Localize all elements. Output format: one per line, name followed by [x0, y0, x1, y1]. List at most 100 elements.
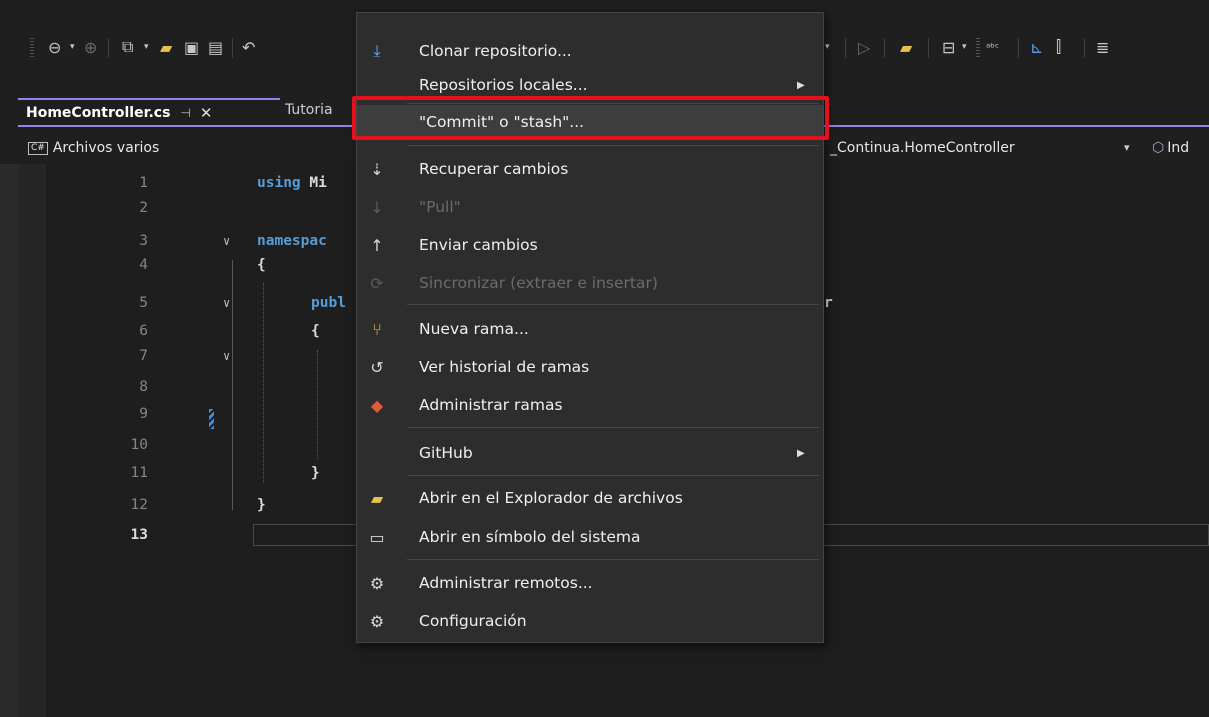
submenu-arrow-icon: ▶ [797, 79, 805, 91]
menu-item-manage-branches[interactable]: ◆ Administrar ramas [357, 388, 823, 422]
menu-item-label: Abrir en el Explorador de archivos [419, 489, 683, 507]
browse-folder-icon[interactable]: ▰ [900, 36, 912, 58]
editor-left-margin [0, 164, 18, 717]
line-number: 9 [139, 406, 148, 422]
menu-separator [407, 559, 819, 560]
menu-item-sync[interactable]: ⟳ Sincronizar (extraer e insertar) [357, 266, 823, 300]
chevron-down-icon[interactable]: ▾ [1124, 141, 1130, 154]
menu-item-label: Nueva rama... [419, 320, 529, 338]
code-text: Mi [300, 175, 327, 191]
sync-icon: ⟳ [370, 273, 384, 293]
folder-open-icon: ▰ [370, 488, 384, 508]
menu-separator [407, 304, 819, 305]
toolbar-separator [232, 38, 233, 58]
menu-separator [407, 427, 819, 428]
line-number: 1 [139, 175, 148, 191]
step-into-icon[interactable]: ⊾ [1030, 36, 1043, 58]
menu-item-github[interactable]: GitHub ▶ [357, 436, 823, 470]
config-dropdown-icon[interactable]: ▾ [825, 36, 830, 58]
line-number: 10 [130, 437, 148, 453]
toolbar-grip[interactable] [30, 38, 34, 58]
member-dropdown[interactable]: ⬡ Ind [1152, 140, 1189, 156]
menu-separator [407, 145, 819, 146]
menu-item-label: Enviar cambios [419, 236, 538, 254]
toolbar-separator [845, 38, 846, 58]
line-number: 4 [139, 257, 148, 273]
method-cube-icon: ⬡ [1152, 140, 1165, 156]
line-number: 2 [139, 200, 148, 216]
open-folder-icon[interactable]: ▰ [160, 36, 172, 58]
code-text: { [257, 257, 266, 273]
format-icon[interactable]: ⫿ [1056, 36, 1061, 58]
settings-icon: ⚙ [369, 611, 385, 631]
keyword: publ [311, 295, 346, 311]
toolbar-separator [108, 38, 109, 58]
project-dropdown[interactable]: C# Archivos varios [28, 140, 159, 156]
history-icon: ↺ [370, 357, 384, 377]
editor-glyph-margin [18, 164, 46, 717]
pin-icon[interactable]: ⊣ [180, 106, 190, 120]
fold-chevron-icon[interactable]: ∨ [223, 345, 230, 367]
menu-item-label: Sincronizar (extraer e insertar) [419, 274, 658, 292]
line-number: 3 [139, 233, 148, 249]
navigate-forward-icon[interactable]: ⊕ [84, 36, 97, 58]
toolbar-separator [884, 38, 885, 58]
line-number: 7 [139, 348, 148, 364]
menu-item-label: Ver historial de ramas [419, 358, 590, 376]
new-project-dropdown-icon[interactable]: ▾ [144, 36, 149, 58]
tab-title: HomeController.cs [26, 105, 171, 121]
menu-item-label: Recuperar cambios [419, 160, 569, 178]
fetch-icon: ⇣ [370, 159, 384, 179]
toolbar-separator [1084, 38, 1085, 58]
toolbar-grip[interactable] [976, 38, 980, 58]
submenu-arrow-icon: ▶ [797, 447, 805, 459]
spell-check-icon[interactable]: ᵃᵇᶜ [986, 36, 999, 58]
menu-item-open-command-prompt[interactable]: ▭ Abrir en símbolo del sistema [357, 520, 823, 554]
line-number: 6 [139, 323, 148, 339]
push-icon: ↑ [370, 235, 384, 255]
menu-item-label: Administrar remotos... [419, 574, 593, 592]
save-icon[interactable]: ▣ [184, 36, 199, 58]
layout-dropdown-icon[interactable]: ▾ [962, 36, 967, 58]
close-icon[interactable]: ✕ [200, 104, 213, 122]
save-all-icon[interactable]: ▤ [208, 36, 223, 58]
menu-separator [407, 475, 819, 476]
csharp-file-icon: C# [28, 141, 48, 155]
undo-icon[interactable]: ↶ [242, 36, 255, 58]
menu-item-clone-repository[interactable]: ⤓ Clonar repositorio... [357, 34, 823, 68]
menu-item-open-explorer[interactable]: ▰ Abrir en el Explorador de archivos [357, 481, 823, 515]
menu-item-label: Administrar ramas [419, 396, 563, 414]
back-dropdown-icon[interactable]: ▾ [70, 36, 75, 58]
tab-tutoria[interactable]: Tutoria [285, 102, 333, 118]
comment-lines-icon[interactable]: ≣ [1096, 36, 1109, 58]
terminal-icon: ▭ [369, 527, 385, 547]
toolbar-separator [928, 38, 929, 58]
window-layout-icon[interactable]: ⊟ [942, 36, 955, 58]
fold-chevron-icon[interactable]: ∨ [223, 230, 230, 252]
menu-item-new-branch[interactable]: ⑂ Nueva rama... [357, 312, 823, 346]
menu-item-label: "Pull" [419, 198, 461, 216]
menu-item-label: Repositorios locales... [419, 76, 588, 94]
line-number: 11 [130, 465, 148, 481]
type-dropdown-label[interactable]: _Continua.HomeController [830, 140, 1015, 156]
menu-item-pull[interactable]: ↓ "Pull" [357, 190, 823, 224]
project-label: Archivos varios [52, 140, 160, 156]
code-text: { [311, 323, 320, 339]
member-label: Ind [1167, 140, 1190, 156]
start-icon[interactable]: ▷ [858, 36, 870, 58]
tab-homecontroller[interactable]: HomeController.cs ⊣ ✕ [18, 98, 280, 126]
line-number: 8 [139, 379, 148, 395]
navigate-back-icon[interactable]: ⊖ [48, 36, 61, 58]
menu-item-settings[interactable]: ⚙ Configuración [357, 604, 823, 638]
menu-item-branch-history[interactable]: ↺ Ver historial de ramas [357, 350, 823, 384]
new-branch-icon: ⑂ [372, 319, 382, 339]
line-number: 5 [139, 295, 148, 311]
menu-item-push[interactable]: ↑ Enviar cambios [357, 228, 823, 262]
menu-item-manage-remotes[interactable]: ⚙ Administrar remotos... [357, 566, 823, 600]
menu-item-fetch[interactable]: ⇣ Recuperar cambios [357, 152, 823, 186]
fold-chevron-icon[interactable]: ∨ [223, 292, 230, 314]
menu-item-label: Abrir en símbolo del sistema [419, 528, 641, 546]
line-number: 12 [130, 497, 148, 513]
new-project-icon[interactable]: ⧉ [122, 36, 133, 58]
pull-icon: ↓ [370, 197, 384, 217]
